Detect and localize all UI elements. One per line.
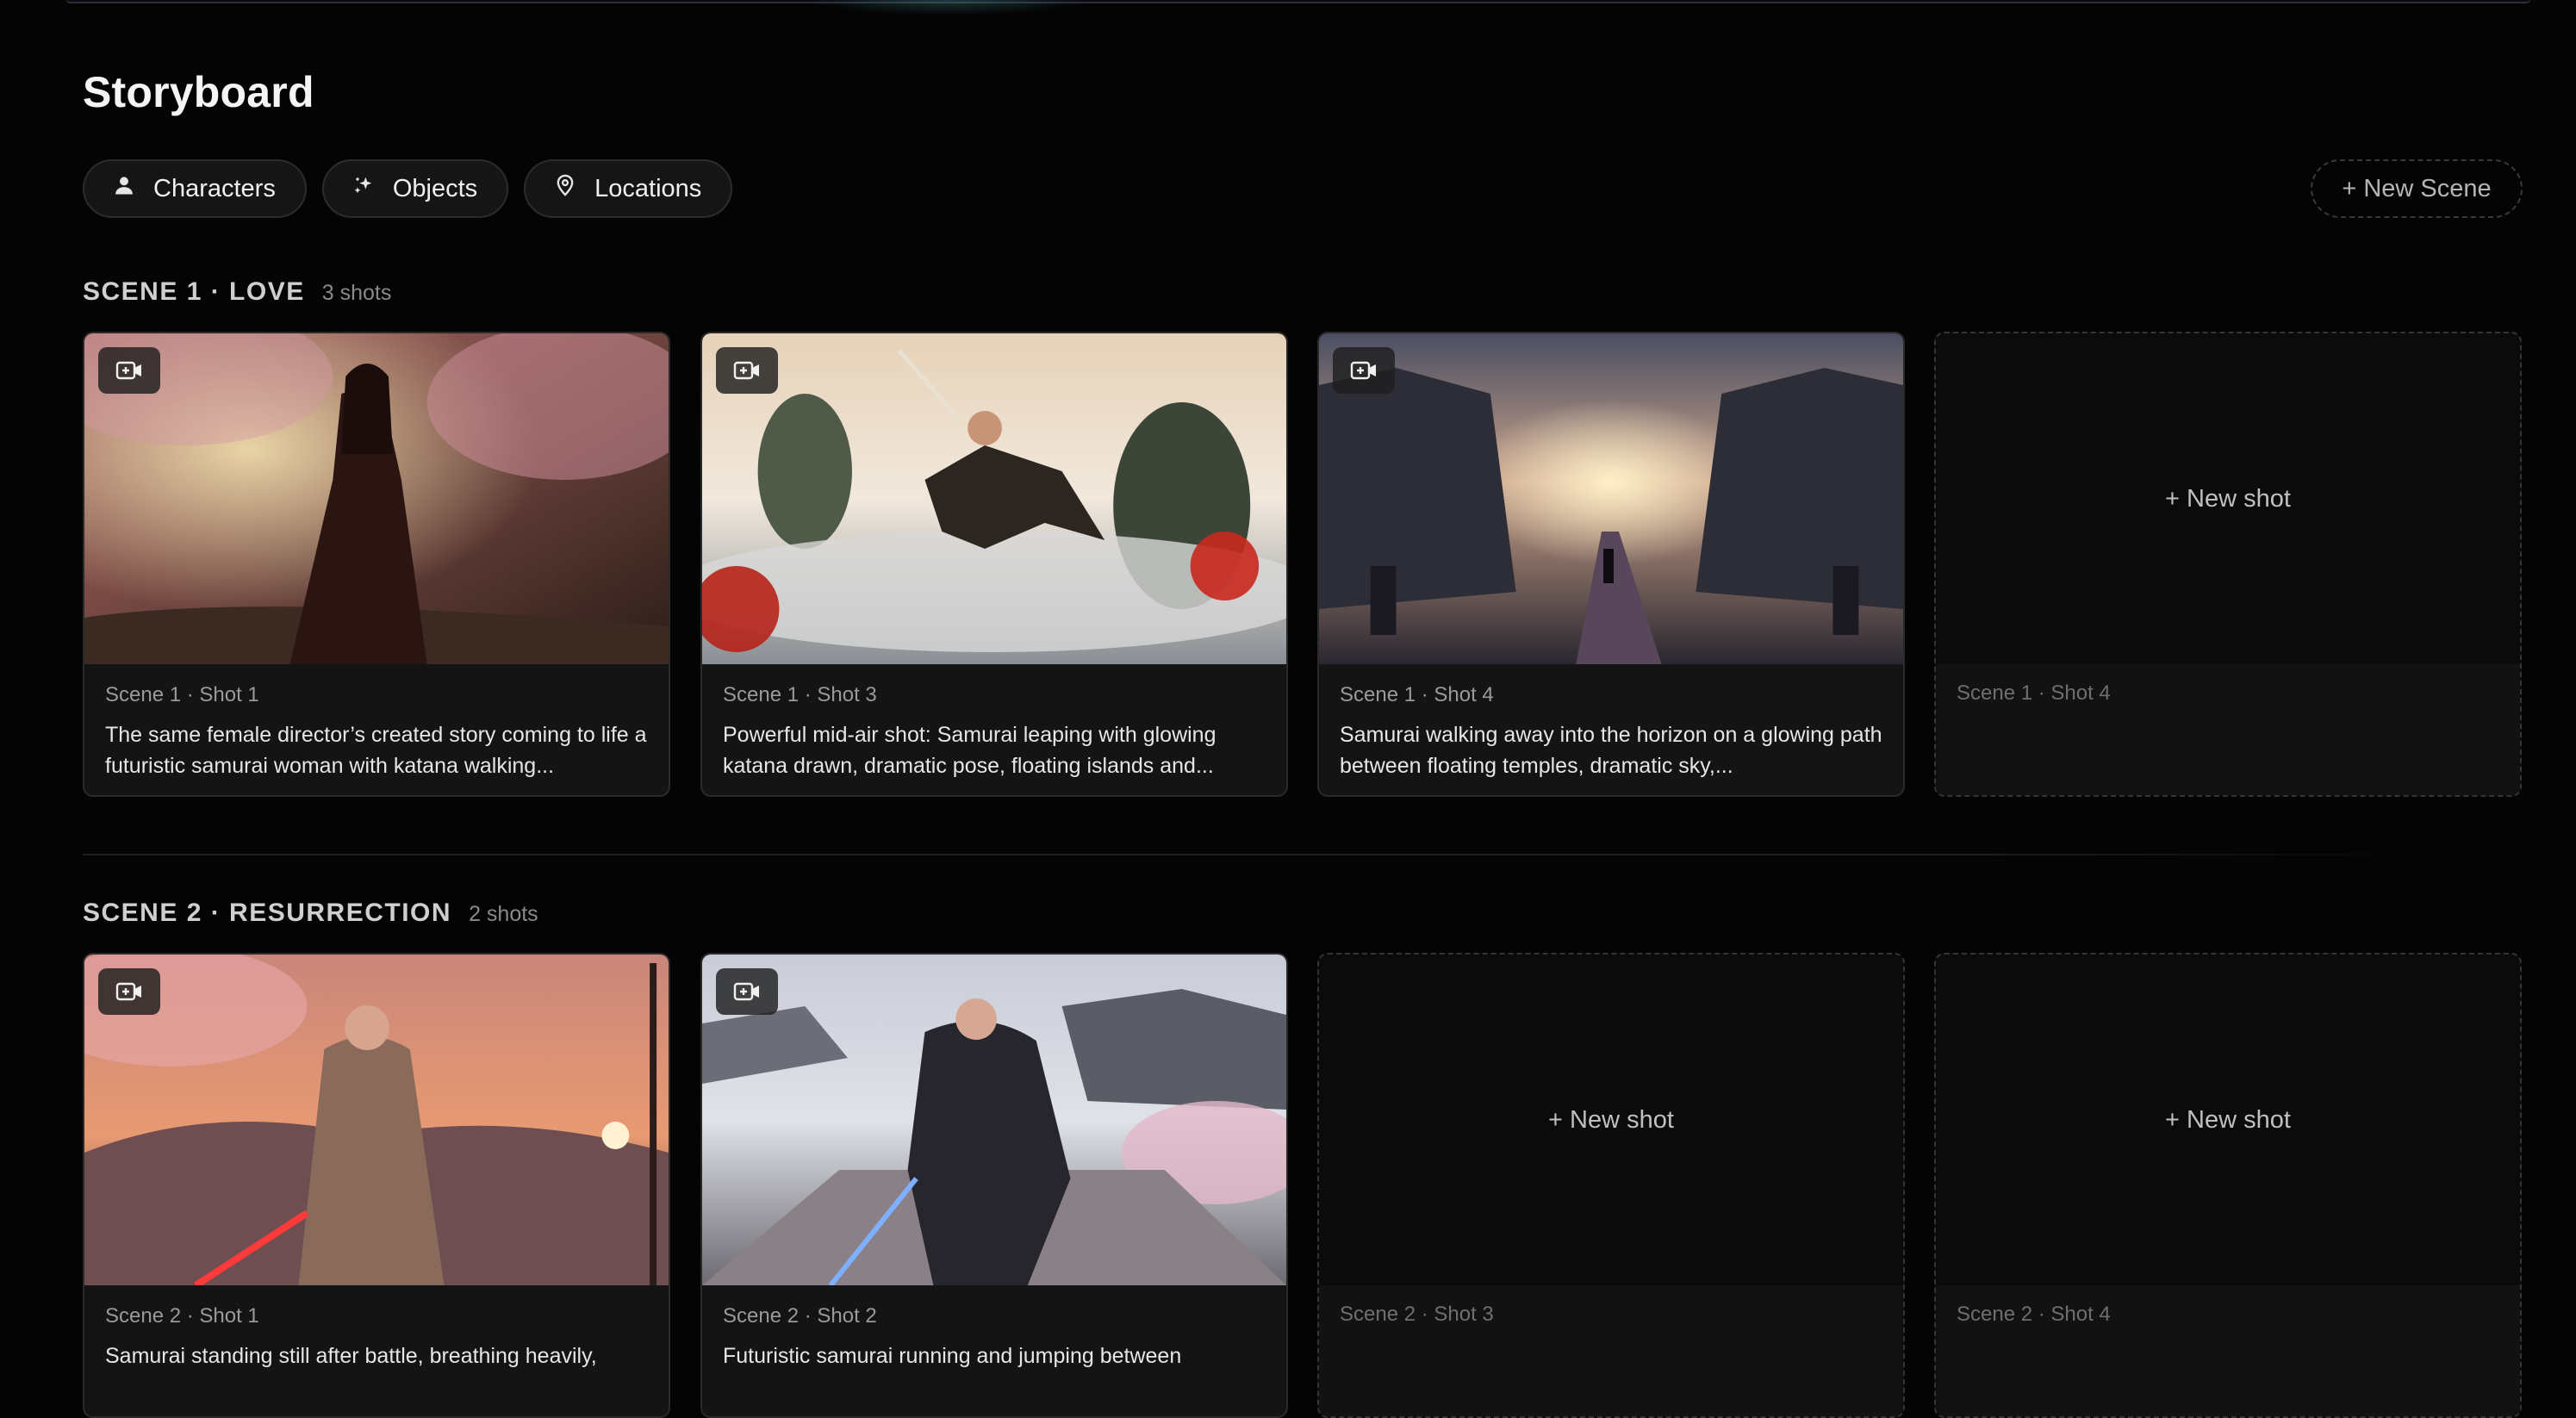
shot-label: Scene 2 · Shot 1 bbox=[105, 1304, 259, 1328]
video-add-icon[interactable] bbox=[98, 968, 160, 1015]
new-shot-button[interactable]: + New shot bbox=[1936, 333, 2520, 664]
scene-header: SCENE 1 · LOVE 3 shots bbox=[83, 277, 391, 307]
shot-card[interactable]: Scene 1 · Shot 3 Powerful mid-air shot: … bbox=[700, 332, 1288, 797]
shot-description: Samurai standing still after battle, bre… bbox=[105, 1344, 597, 1368]
top-bar-glow bbox=[810, 0, 1086, 16]
scene-shot-count: 3 shots bbox=[321, 281, 392, 305]
shot-label: Scene 1 · Shot 3 bbox=[723, 683, 877, 706]
sparkles-icon bbox=[352, 173, 376, 204]
objects-chip[interactable]: Objects bbox=[321, 159, 509, 218]
shot-thumbnail bbox=[1319, 333, 1903, 664]
scene-title: SCENE 2 · RESURRECTION bbox=[83, 899, 452, 927]
new-shot-placeholder[interactable]: + New shot Scene 1 · Shot 4 bbox=[1934, 332, 2522, 797]
shot-label: Scene 1 · Shot 1 bbox=[105, 683, 259, 706]
shot-label: Scene 2 · Shot 4 bbox=[1957, 1303, 2111, 1326]
shot-card[interactable]: Scene 2 · Shot 1 Samurai standing still … bbox=[83, 953, 670, 1418]
shot-thumbnail bbox=[84, 955, 669, 1285]
shot-thumbnail bbox=[702, 333, 1286, 664]
top-bar bbox=[65, 0, 2531, 3]
shot-thumbnail bbox=[702, 955, 1286, 1285]
video-add-icon[interactable] bbox=[716, 347, 778, 394]
shot-thumbnail bbox=[84, 333, 669, 664]
characters-chip[interactable]: Characters bbox=[83, 159, 307, 218]
shot-description: Samurai walking away into the horizon on… bbox=[1340, 723, 1882, 778]
shot-card[interactable]: Scene 1 · Shot 1 The same female directo… bbox=[83, 332, 670, 797]
video-add-icon[interactable] bbox=[1333, 347, 1395, 394]
shot-description: Futuristic samurai running and jumping b… bbox=[723, 1344, 1182, 1368]
new-shot-placeholder[interactable]: + New shot Scene 2 · Shot 4 bbox=[1934, 953, 2522, 1418]
shot-card[interactable]: Scene 1 · Shot 4 Samurai walking away in… bbox=[1317, 332, 1905, 797]
shot-card[interactable]: Scene 2 · Shot 2 Futuristic samurai runn… bbox=[700, 953, 1288, 1418]
shot-description: The same female director’s created story… bbox=[105, 723, 647, 778]
objects-chip-label: Objects bbox=[392, 174, 478, 202]
locations-chip-label: Locations bbox=[594, 174, 702, 202]
locations-chip[interactable]: Locations bbox=[524, 159, 733, 218]
new-scene-button[interactable]: + New Scene bbox=[2311, 159, 2523, 218]
scene-shot-count: 2 shots bbox=[469, 902, 538, 926]
shot-label: Scene 2 · Shot 3 bbox=[1340, 1303, 1494, 1326]
scene-divider bbox=[83, 854, 2435, 855]
person-icon bbox=[112, 173, 136, 204]
map-pin-icon bbox=[553, 173, 577, 204]
filter-chips: Characters Objects Locations bbox=[83, 159, 733, 218]
shot-description: Powerful mid-air shot: Samurai leaping w… bbox=[723, 723, 1216, 778]
new-shot-button[interactable]: + New shot bbox=[1936, 955, 2520, 1285]
new-shot-placeholder[interactable]: + New shot Scene 2 · Shot 3 bbox=[1317, 953, 1905, 1418]
shot-label: Scene 1 · Shot 4 bbox=[1340, 683, 1494, 706]
scene-title: SCENE 1 · LOVE bbox=[83, 277, 305, 306]
video-add-icon[interactable] bbox=[716, 968, 778, 1015]
page-title: Storyboard bbox=[83, 68, 314, 116]
video-add-icon[interactable] bbox=[98, 347, 160, 394]
new-shot-button[interactable]: + New shot bbox=[1319, 955, 1903, 1285]
shot-label: Scene 2 · Shot 2 bbox=[723, 1304, 877, 1328]
characters-chip-label: Characters bbox=[153, 174, 276, 202]
shot-label: Scene 1 · Shot 4 bbox=[1957, 681, 2111, 705]
scene-header: SCENE 2 · RESURRECTION 2 shots bbox=[83, 899, 538, 928]
